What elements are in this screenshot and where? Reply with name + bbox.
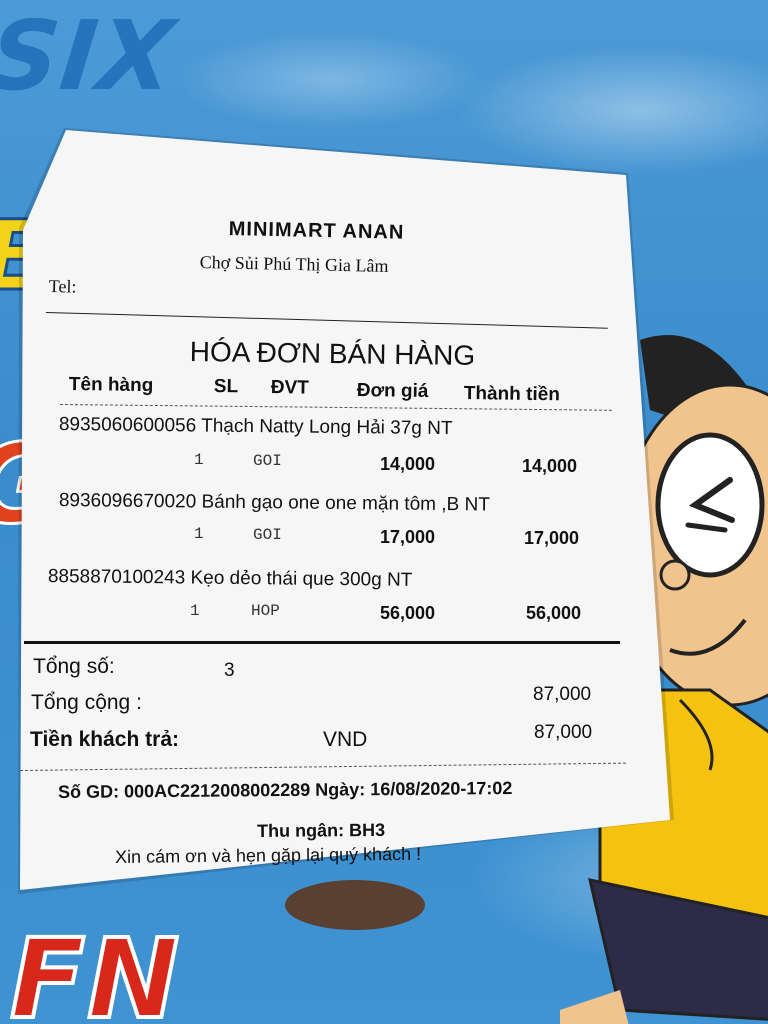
poster-shape bbox=[285, 880, 425, 930]
poster-text-top: SIX bbox=[0, 0, 181, 112]
receipt-paper bbox=[20, 130, 670, 890]
poster-text-bottom: FN bbox=[8, 913, 182, 1024]
